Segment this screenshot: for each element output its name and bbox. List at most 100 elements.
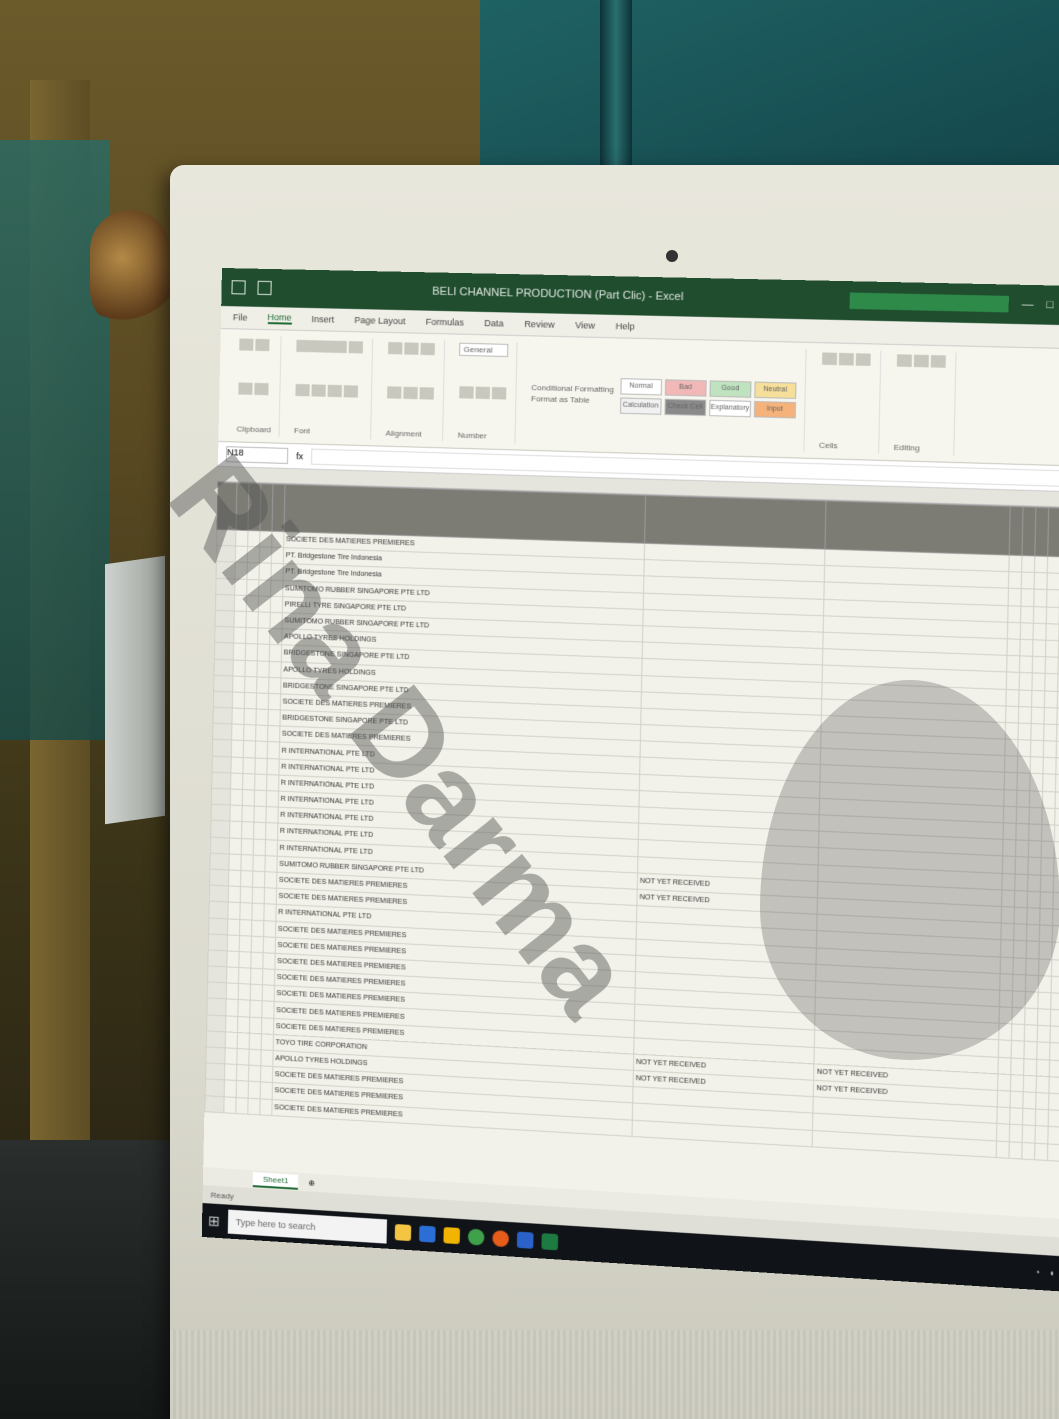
table-cell[interactable] [268,693,281,710]
cell-style-input[interactable]: Input [753,400,796,418]
table-cell[interactable] [234,578,247,596]
table-cell[interactable] [1023,1058,1037,1076]
cell-style-bad[interactable]: Bad [664,378,707,397]
row-number[interactable] [206,1030,226,1048]
table-cell[interactable] [258,563,272,580]
table-cell[interactable] [1020,588,1035,607]
row-number[interactable] [210,804,231,822]
column-header[interactable] [825,500,1011,556]
table-cell[interactable] [997,1090,1011,1108]
sort-filter-icon[interactable] [913,354,929,368]
table-cell[interactable] [1006,672,1020,690]
table-cell[interactable] [233,610,247,628]
row-number[interactable] [212,739,232,757]
tab-data[interactable]: Data [484,318,504,329]
cell-style-check-cell[interactable]: Check Cell [664,398,707,416]
table-cell[interactable] [225,1015,238,1033]
table-cell[interactable] [1049,1059,1059,1078]
table-cell[interactable] [1043,723,1057,742]
row-number[interactable] [215,610,235,628]
row-number[interactable] [215,577,235,595]
table-cell[interactable] [1021,555,1035,573]
table-cell[interactable] [232,659,246,677]
table-cell[interactable] [1019,672,1033,690]
copy-icon[interactable] [238,381,253,395]
row-number[interactable] [210,836,230,854]
cell-style-neutral[interactable]: Neutral [754,381,797,399]
table-cell[interactable] [1024,1008,1038,1026]
wrap-text-icon[interactable] [420,342,436,356]
table-cell[interactable] [1021,572,1035,590]
table-cell[interactable] [228,853,242,871]
table-cell[interactable] [997,1073,1011,1092]
currency-icon[interactable] [459,386,474,399]
row-number[interactable] [216,529,236,547]
table-cell[interactable] [1011,1040,1025,1059]
table-cell[interactable] [240,854,254,872]
delete-cells-icon[interactable] [838,352,854,366]
table-cell[interactable] [1023,1075,1037,1093]
table-cell[interactable] [1008,555,1023,573]
volume-icon[interactable]: ◖ [1049,1268,1055,1279]
table-cell[interactable] [1034,1142,1048,1161]
merge-center-icon[interactable] [419,386,435,400]
row-number[interactable] [209,868,229,887]
table-cell[interactable] [1055,757,1059,776]
table-cell[interactable] [255,725,268,742]
table-cell[interactable] [266,790,279,808]
table-cell[interactable] [259,530,272,548]
folder-icon[interactable] [443,1227,460,1245]
add-sheet-icon[interactable]: ⊕ [308,1178,315,1187]
table-cell[interactable] [258,595,271,613]
table-cell[interactable] [1009,1107,1023,1126]
table-cell[interactable] [261,1001,274,1019]
column-header[interactable] [259,483,273,532]
insert-cells-icon[interactable] [821,352,837,366]
table-cell[interactable] [264,855,277,873]
minimize-icon[interactable]: — [1022,298,1034,311]
chrome-icon[interactable] [467,1228,485,1246]
table-cell[interactable] [264,887,277,905]
font-name-select[interactable] [296,339,348,354]
column-header[interactable] [1009,506,1024,556]
table-cell[interactable] [249,1000,262,1018]
table-cell[interactable] [252,887,265,904]
table-cell[interactable] [254,790,267,807]
row-number[interactable] [214,626,234,644]
format-painter-icon[interactable] [254,382,269,395]
table-cell[interactable] [234,562,248,579]
name-box[interactable]: N18 [225,446,289,464]
table-cell[interactable] [1050,992,1059,1011]
table-cell[interactable] [1037,992,1051,1010]
table-cell[interactable] [263,903,276,921]
table-cell[interactable] [231,708,245,725]
table-cell[interactable] [237,1016,250,1033]
table-cell[interactable] [243,708,257,726]
table-cell[interactable] [1031,706,1045,724]
table-cell[interactable] [262,936,276,954]
table-cell[interactable] [1045,623,1059,641]
table-cell[interactable] [244,676,257,693]
table-cell[interactable] [1008,588,1022,606]
table-cell[interactable] [1044,690,1058,708]
table-cell[interactable] [260,1049,273,1067]
tab-file[interactable]: File [233,312,248,322]
table-cell[interactable] [1032,622,1047,641]
table-cell[interactable] [1054,791,1059,809]
table-cell[interactable] [996,1140,1010,1159]
table-cell[interactable] [226,983,239,1000]
table-cell[interactable] [229,837,242,855]
table-cell[interactable] [225,1031,238,1049]
table-cell[interactable] [1020,622,1034,640]
table-cell[interactable] [259,546,272,564]
table-cell[interactable] [226,950,240,968]
table-cell[interactable] [258,579,271,597]
excel-taskbar-icon[interactable] [541,1233,558,1251]
table-cell[interactable] [1010,1091,1024,1109]
table-cell[interactable] [268,677,281,694]
table-cell[interactable] [230,788,243,806]
table-cell[interactable] [256,660,270,678]
table-cell[interactable] [261,985,275,1002]
align-left-icon[interactable] [387,385,402,399]
table-cell[interactable] [1042,757,1056,775]
